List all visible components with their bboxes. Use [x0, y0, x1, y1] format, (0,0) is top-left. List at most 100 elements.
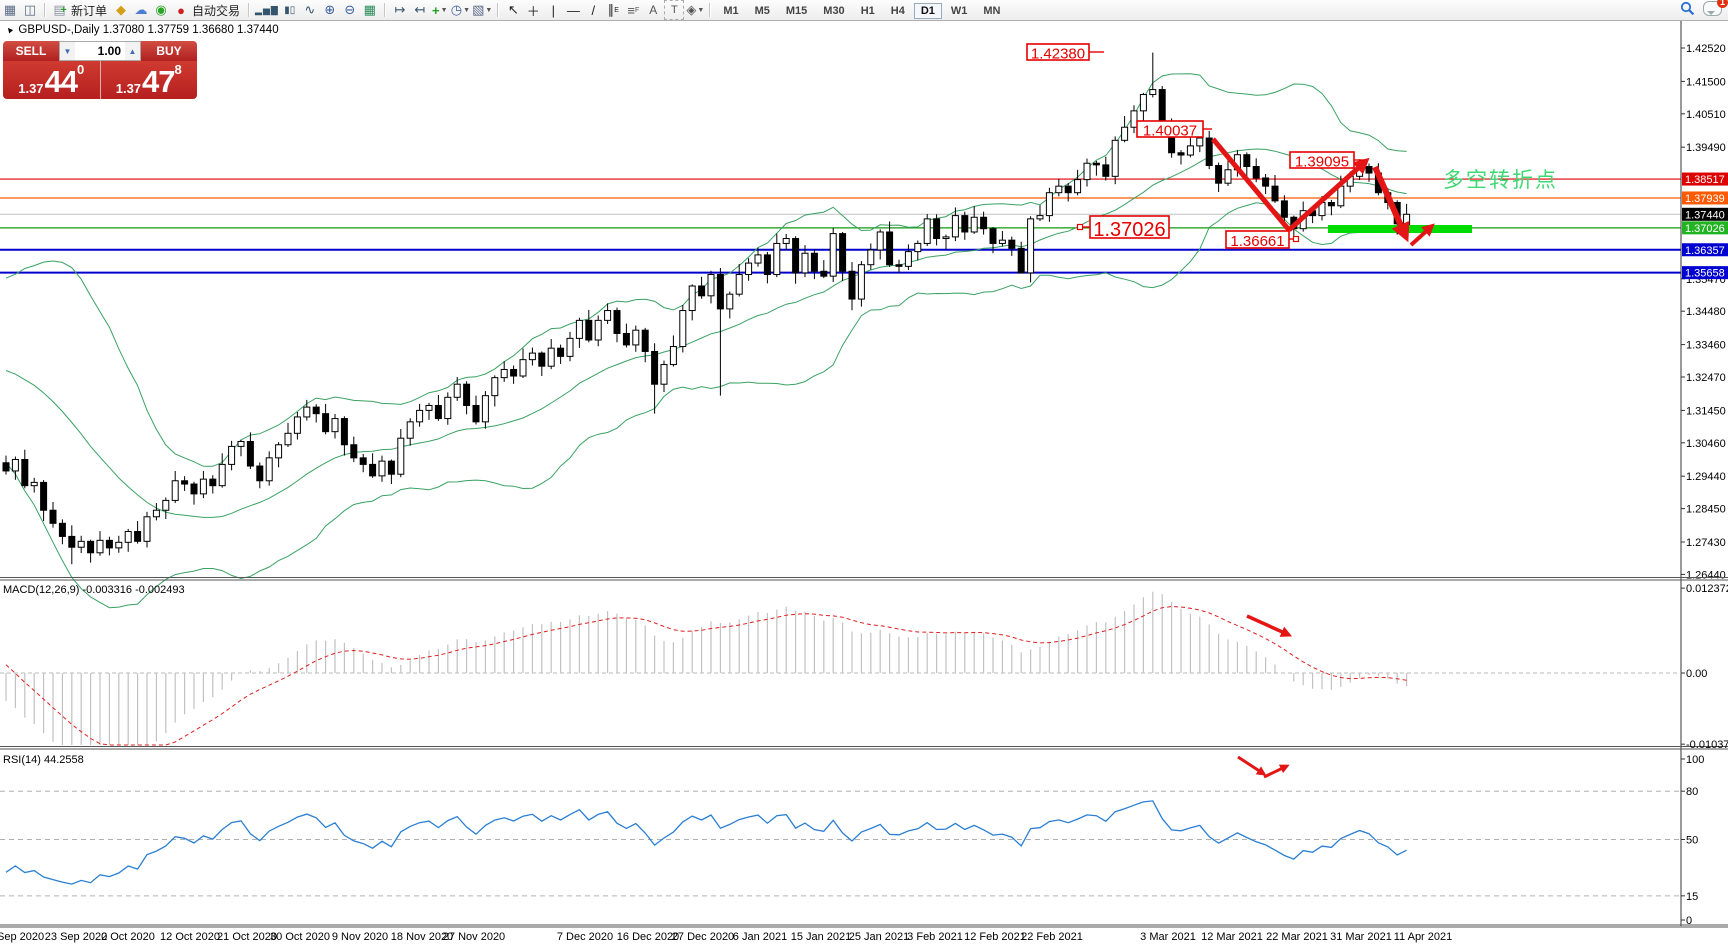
rsi-arrow[interactable] — [1237, 755, 1267, 776]
date-label: 22 Feb 2021 — [1021, 931, 1083, 943]
text-label-icon[interactable]: T — [664, 0, 685, 20]
chart-canvas[interactable]: 1.42380 1.40037 1.39095 1.37026 1.36661 多空转折点… — [0, 0, 1728, 947]
sell-button[interactable]: SELL — [3, 41, 59, 61]
price-axis[interactable]: 1.425201.415001.405101.394901.354701.344… — [1681, 43, 1728, 581]
svg-text:1.34480: 1.34480 — [1686, 306, 1726, 318]
bar-chart-icon[interactable]: ▂▅▇ — [255, 1, 279, 19]
templates-icon[interactable]: ▧ ▼ — [472, 1, 492, 19]
timeframe-mn[interactable]: MN — [976, 3, 1007, 19]
toolbar-right: 1 — [1680, 0, 1728, 16]
one-click-trading-panel: SELL ▼ 1.00 ▲ BUY 1.37 44 0 1.37 47 8 — [3, 41, 197, 99]
svg-text:1.39490: 1.39490 — [1686, 142, 1726, 154]
rsi-line — [5, 800, 1407, 885]
lot-size-value[interactable]: 1.00 — [75, 44, 125, 58]
arrows-shapes-icon[interactable]: ◈ ▼ — [686, 1, 704, 19]
timeframe-m15[interactable]: M15 — [779, 3, 814, 19]
svg-text:1.33460: 1.33460 — [1686, 340, 1726, 352]
candlestick-chart-icon[interactable]: ▮▯ — [281, 1, 299, 19]
svg-text:1.40510: 1.40510 — [1686, 109, 1726, 121]
metaeditor-icon[interactable]: ◆ — [112, 1, 130, 19]
trendline-icon[interactable]: / — [584, 1, 602, 19]
svg-text:50: 50 — [1686, 835, 1698, 847]
svg-text:1.40037: 1.40037 — [1143, 123, 1197, 140]
rsi-label: RSI(14) 44.2558 — [3, 754, 84, 766]
timeframe-group: M1 M5 M15 M30 H1 H4 D1 W1 MN — [715, 3, 1008, 19]
svg-text:0.012372: 0.012372 — [1686, 583, 1728, 595]
profiles-icon[interactable]: ◫ — [21, 1, 39, 19]
svg-text:1.41500: 1.41500 — [1686, 76, 1726, 88]
macd-axis: 0.012372 0.00 -0.010374 — [1681, 583, 1728, 751]
signals-icon[interactable]: ◉ — [152, 1, 170, 19]
toolbar-separator — [497, 3, 500, 17]
community-icon[interactable]: ☁ — [132, 1, 150, 19]
timeframe-m5[interactable]: M5 — [748, 3, 777, 19]
svg-text:1.37026: 1.37026 — [1685, 223, 1725, 235]
macd-pane — [0, 591, 1681, 746]
timeframe-m1[interactable]: M1 — [716, 3, 745, 19]
rsi-pane — [0, 755, 1681, 897]
toolbar-separator — [709, 3, 712, 17]
new-order-label[interactable]: 新订单 — [71, 2, 107, 19]
lot-size-field: ▼ 1.00 ▲ — [59, 41, 141, 61]
notifications-icon[interactable]: 1 — [1703, 0, 1728, 16]
macd-label: MACD(12,26,9) -0.003316 -0.002493 — [3, 584, 185, 596]
timeframe-m30[interactable]: M30 — [816, 3, 851, 19]
timeframe-h4[interactable]: H4 — [884, 3, 912, 19]
lot-increase-button[interactable]: ▲ — [125, 42, 140, 60]
text-icon[interactable]: A — [644, 1, 662, 19]
chart-shift-icon[interactable]: ↤ — [411, 1, 429, 19]
svg-text:1.38517: 1.38517 — [1685, 174, 1725, 186]
bull-bear-turning-point-note[interactable]: 多空转折点 — [1443, 169, 1558, 192]
svg-text:1.28450: 1.28450 — [1686, 504, 1726, 516]
date-label: 11 Apr 2021 — [1393, 931, 1453, 943]
timeframe-d1[interactable]: D1 — [913, 3, 942, 19]
one-click-toggle-icon[interactable]: ▲ — [4, 24, 16, 36]
buy-price-button[interactable]: 1.37 47 8 — [100, 61, 197, 99]
timeframe-w1[interactable]: W1 — [944, 3, 975, 19]
line-chart-icon[interactable]: ∿ — [301, 1, 319, 19]
crosshair-icon[interactable]: ＋ — [524, 1, 542, 19]
zoom-out-icon[interactable]: ⊖ — [341, 1, 359, 19]
rsi-arrow[interactable] — [1263, 764, 1290, 779]
auto-scroll-icon[interactable]: ↦ — [391, 1, 409, 19]
horizontal-line-icon[interactable]: — — [564, 1, 582, 19]
macd-signal-line — [5, 605, 1407, 746]
cursor-icon[interactable]: ↖ — [504, 1, 522, 19]
svg-text:1.37440: 1.37440 — [1685, 209, 1725, 221]
toolbar-separator — [383, 3, 386, 17]
zoom-in-icon[interactable]: ⊕ — [321, 1, 339, 19]
search-icon[interactable] — [1680, 1, 1695, 16]
svg-text:1.30460: 1.30460 — [1686, 438, 1726, 450]
vertical-line-icon[interactable]: | — [544, 1, 562, 19]
buy-button[interactable]: BUY — [141, 41, 197, 61]
toolbar-separator — [44, 3, 46, 17]
svg-text:1.35658: 1.35658 — [1685, 268, 1725, 280]
symbol-title: ▲ GBPUSD-,Daily 1.37080 1.37759 1.36680 1… — [4, 24, 279, 36]
timeframe-h1[interactable]: H1 — [854, 3, 882, 19]
new-order-icon[interactable]: ▤ + — [51, 1, 69, 19]
chart-window-icon[interactable]: ▦ — [1, 1, 19, 19]
svg-text:1.42520: 1.42520 — [1686, 43, 1726, 55]
indicators-icon[interactable]: + ▼ — [431, 1, 449, 19]
notification-count-badge: 1 — [1717, 0, 1728, 8]
autotrading-icon[interactable]: ● — [172, 1, 190, 19]
svg-text:-0.010374: -0.010374 — [1686, 739, 1728, 751]
periods-icon[interactable]: ◷ ▼ — [451, 1, 470, 19]
svg-text:1.37026: 1.37026 — [1093, 219, 1165, 241]
autotrading-label[interactable]: 自动交易 — [192, 2, 240, 19]
svg-text:1.32470: 1.32470 — [1686, 372, 1726, 384]
svg-text:1.27430: 1.27430 — [1686, 537, 1726, 549]
bollinger-bands — [5, 73, 1407, 609]
svg-text:1.36661: 1.36661 — [1230, 233, 1284, 250]
svg-text:1.29440: 1.29440 — [1686, 471, 1726, 483]
lot-decrease-button[interactable]: ▼ — [60, 42, 75, 60]
tile-windows-icon[interactable]: ▦ — [361, 1, 379, 19]
macd-arrow[interactable] — [1246, 614, 1293, 637]
fibonacci-icon[interactable]: ≡ F — [624, 1, 642, 19]
svg-text:1.36357: 1.36357 — [1685, 245, 1725, 257]
equidistant-channel-icon[interactable]: ∥ E — [604, 1, 622, 19]
svg-text:0: 0 — [1686, 915, 1692, 927]
sell-price-button[interactable]: 1.37 44 0 — [3, 61, 101, 99]
svg-text:1.42380: 1.42380 — [1031, 46, 1085, 63]
buy-price-big: 47 — [142, 64, 175, 99]
